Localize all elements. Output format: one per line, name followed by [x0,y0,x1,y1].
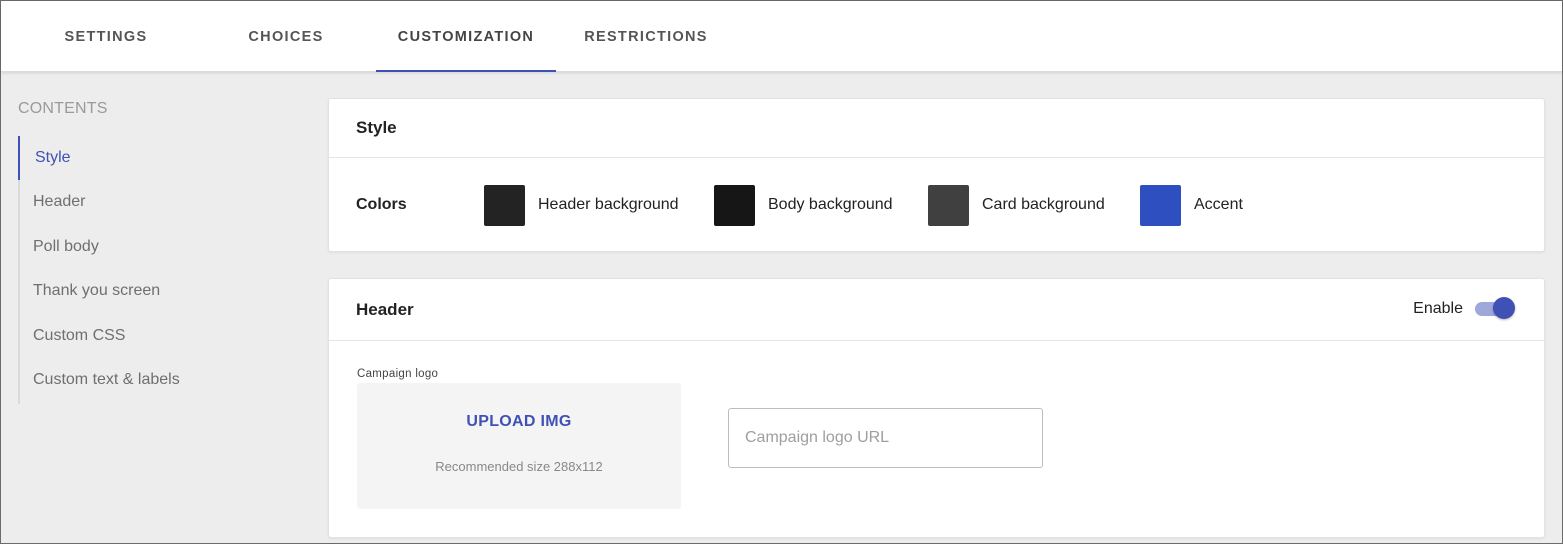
contents-item-header[interactable]: Header [18,180,288,224]
style-card-title: Style [329,99,1544,158]
contents-item-style[interactable]: Style [18,136,288,180]
tab-customization[interactable]: CUSTOMIZATION [376,1,556,72]
body-background-label: Body background [768,196,893,213]
accent-label: Accent [1194,196,1243,213]
contents-item-custom-text-labels[interactable]: Custom text & labels [18,358,288,402]
contents-nav: Style Header Poll body Thank you screen … [18,136,298,404]
card-background-label: Card background [982,196,1105,213]
card-background-swatch[interactable] [928,185,969,226]
colors-label: Colors [356,196,407,213]
tab-choices[interactable]: CHOICES [196,1,376,72]
enable-toggle[interactable] [1473,296,1517,321]
toggle-thumb [1493,296,1515,319]
upload-image-dropzone[interactable]: UPLOAD IMG Recommended size 288x112 [357,383,681,509]
campaign-logo-url-input[interactable] [728,408,1043,468]
campaign-logo-label: Campaign logo [357,368,439,380]
header-background-label: Header background [538,196,679,213]
header-background-swatch[interactable] [484,185,525,226]
enable-control: Enable [1413,279,1517,338]
tab-settings[interactable]: SETTINGS [16,1,196,72]
upload-image-button[interactable]: UPLOAD IMG [357,413,681,431]
enable-label: Enable [1413,299,1463,317]
header-card-title: Header [356,299,414,319]
contents-item-thank-you-screen[interactable]: Thank you screen [18,269,288,313]
contents-item-custom-css[interactable]: Custom CSS [18,314,288,358]
top-tab-bar: SETTINGS CHOICES CUSTOMIZATION RESTRICTI… [1,1,1562,72]
accent-swatch[interactable] [1140,185,1181,226]
upload-size-hint: Recommended size 288x112 [435,459,603,474]
style-card: Style Colors Header background Body back… [328,98,1545,252]
header-card: Header Enable Campaign logo UPLOAD IMG R… [328,278,1545,538]
contents-item-poll-body[interactable]: Poll body [18,225,288,269]
contents-title: CONTENTS [18,100,108,117]
body-background-swatch[interactable] [714,185,755,226]
colors-row: Colors Header background Body background… [329,158,1544,252]
tab-restrictions[interactable]: RESTRICTIONS [556,1,736,72]
header-card-head: Header Enable [329,279,1544,341]
